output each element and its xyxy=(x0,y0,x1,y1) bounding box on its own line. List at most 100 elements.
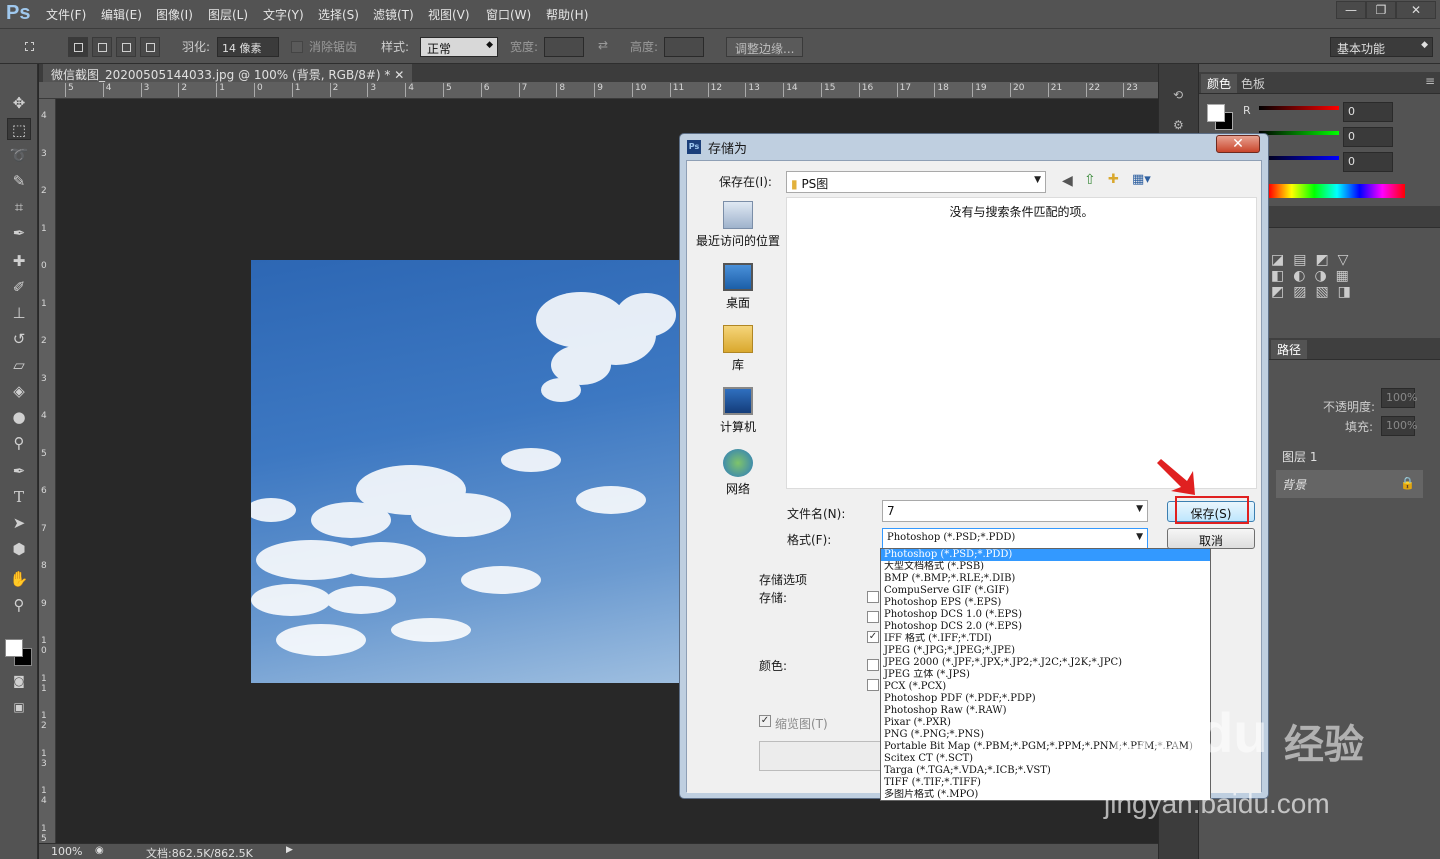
g-value[interactable]: 0 xyxy=(1343,127,1393,147)
add-selection-icon[interactable] xyxy=(92,37,112,57)
blur-tool-icon[interactable]: ● xyxy=(7,406,31,428)
adjustment-icons[interactable]: ◪▤◩▽ ◧◐◑▦ ◩▨▧◨ xyxy=(1271,252,1421,322)
menu-image[interactable]: 图像(I) xyxy=(156,6,193,23)
format-option[interactable]: PCX (*.PCX) xyxy=(881,681,1210,693)
format-option[interactable]: Photoshop EPS (*.EPS) xyxy=(881,597,1210,609)
r-slider[interactable] xyxy=(1259,106,1339,110)
height-input[interactable] xyxy=(664,37,704,57)
crop-tool-icon[interactable]: ⌗ xyxy=(7,196,31,218)
color-spectrum[interactable] xyxy=(1269,184,1405,198)
format-option[interactable]: Photoshop DCS 1.0 (*.EPS) xyxy=(881,609,1210,621)
zoom-level[interactable]: 100% xyxy=(51,845,82,858)
status-menu-arrow-icon[interactable]: ▶ xyxy=(286,845,293,855)
place-libraries[interactable]: 库 xyxy=(692,325,784,373)
thumbnail-checkbox[interactable]: ✓ xyxy=(759,715,771,727)
rect-marquee-tool-icon[interactable]: ⬚ xyxy=(7,118,31,140)
color-fg-swatch[interactable] xyxy=(1207,104,1225,122)
color-option-1-checkbox[interactable] xyxy=(867,659,879,671)
new-folder-icon[interactable]: ✚ xyxy=(1108,172,1119,187)
style-select[interactable]: 正常 ◆ xyxy=(420,37,498,57)
format-option[interactable]: Photoshop DCS 2.0 (*.EPS) xyxy=(881,621,1210,633)
format-option[interactable]: BMP (*.BMP;*.RLE;*.DIB) xyxy=(881,573,1210,585)
width-input[interactable] xyxy=(544,37,584,57)
place-network[interactable]: 网络 xyxy=(692,449,784,497)
eraser-tool-icon[interactable]: ▱ xyxy=(7,354,31,376)
screen-mode-icon[interactable]: ▣ xyxy=(7,696,31,718)
store-option-2-checkbox[interactable] xyxy=(867,611,879,623)
foreground-color-swatch[interactable] xyxy=(5,639,23,657)
feather-input[interactable]: 14 像素 xyxy=(217,37,279,57)
tab-swatches[interactable]: 色板 xyxy=(1235,74,1271,93)
pen-tool-icon[interactable]: ✒ xyxy=(7,460,31,482)
antialias-checkbox[interactable] xyxy=(291,41,303,53)
history-panel-icon[interactable]: ⟲ xyxy=(1173,88,1183,102)
zoom-tool-icon[interactable]: ⚲ xyxy=(7,594,31,616)
format-option[interactable]: IFF 格式 (*.IFF;*.TDI) xyxy=(881,633,1210,645)
restore-button[interactable]: ❐ xyxy=(1366,1,1396,19)
panel-menu-icon[interactable]: ≡ xyxy=(1425,74,1435,88)
menu-layer[interactable]: 图层(L) xyxy=(208,6,248,23)
tab-paths[interactable]: 路径 xyxy=(1271,340,1308,359)
r-value[interactable]: 0 xyxy=(1343,102,1393,122)
color-option-2-checkbox[interactable] xyxy=(867,679,879,691)
workspace-select[interactable]: 基本功能 ◆ xyxy=(1330,37,1433,57)
close-tab-icon[interactable]: ✕ xyxy=(394,68,404,82)
opacity-input[interactable]: 100% xyxy=(1381,388,1417,408)
fill-input[interactable]: 100% xyxy=(1381,416,1417,436)
dodge-tool-icon[interactable]: ⚲ xyxy=(7,432,31,454)
new-selection-icon[interactable] xyxy=(68,37,88,57)
intersect-selection-icon[interactable] xyxy=(140,37,160,57)
shape-tool-icon[interactable]: ⬢ xyxy=(7,538,31,560)
minimize-button[interactable]: — xyxy=(1336,1,1366,19)
quick-mask-icon[interactable]: ◙ xyxy=(7,670,31,692)
lasso-tool-icon[interactable]: ➰ xyxy=(7,144,31,166)
document-tab[interactable]: 微信截图_20200505144033.jpg @ 100% (背景, RGB/… xyxy=(43,64,413,82)
layer-1-row[interactable]: 图层 1 xyxy=(1276,442,1423,470)
format-option[interactable]: Photoshop (*.PSD;*.PDD) xyxy=(881,549,1210,561)
cancel-button[interactable]: 取消 xyxy=(1167,528,1255,549)
menu-help[interactable]: 帮助(H) xyxy=(546,6,588,23)
refine-edge-button[interactable]: 调整边缘... xyxy=(726,37,804,57)
b-value[interactable]: 0 xyxy=(1343,152,1393,172)
tab-color[interactable]: 颜色 xyxy=(1201,74,1238,93)
menu-type[interactable]: 文字(Y) xyxy=(263,6,304,23)
filename-input[interactable]: 7 ▼ xyxy=(882,500,1148,522)
swap-icon[interactable]: ⇄ xyxy=(598,38,608,52)
store-option-3-checkbox[interactable]: ✓ xyxy=(867,631,879,643)
view-menu-icon[interactable]: ▦▾ xyxy=(1132,172,1151,187)
place-computer[interactable]: 计算机 xyxy=(692,387,784,435)
menu-window[interactable]: 窗口(W) xyxy=(486,6,531,23)
background-layer-row[interactable]: 背景 🔒 xyxy=(1276,470,1423,498)
save-in-select[interactable]: ▮ PS图 ▼ xyxy=(786,171,1046,193)
format-option[interactable]: JPEG 2000 (*.JPF;*.JPX;*.JP2;*.J2C;*.J2K… xyxy=(881,657,1210,669)
menu-edit[interactable]: 编辑(E) xyxy=(101,6,142,23)
healing-brush-tool-icon[interactable]: ✚ xyxy=(7,250,31,272)
quick-select-tool-icon[interactable]: ✎ xyxy=(7,170,31,192)
g-slider[interactable] xyxy=(1259,131,1339,135)
status-info-icon[interactable]: ◉ xyxy=(95,845,104,856)
clone-stamp-tool-icon[interactable]: ⊥ xyxy=(7,302,31,324)
place-desktop[interactable]: 桌面 xyxy=(692,263,784,311)
format-option[interactable]: 大型文档格式 (*.PSB) xyxy=(881,561,1210,573)
properties-panel-icon[interactable]: ⚙ xyxy=(1173,118,1184,132)
format-option[interactable]: CompuServe GIF (*.GIF) xyxy=(881,585,1210,597)
back-icon[interactable]: ◀ xyxy=(1062,173,1073,189)
type-tool-icon[interactable]: T xyxy=(7,486,31,508)
b-slider[interactable] xyxy=(1259,156,1339,160)
history-brush-tool-icon[interactable]: ↺ xyxy=(7,328,31,350)
menu-filter[interactable]: 滤镜(T) xyxy=(373,6,414,23)
brush-tool-icon[interactable]: ✐ xyxy=(7,276,31,298)
path-select-tool-icon[interactable]: ➤ xyxy=(7,512,31,534)
close-window-button[interactable]: ✕ xyxy=(1396,1,1436,19)
format-select[interactable]: Photoshop (*.PSD;*.PDD) ▼ xyxy=(882,528,1148,550)
hand-tool-icon[interactable]: ✋ xyxy=(7,568,31,590)
marquee-tool-preset-icon[interactable] xyxy=(20,37,40,57)
dialog-close-button[interactable]: ✕ xyxy=(1216,135,1260,153)
paint-bucket-tool-icon[interactable]: ◈ xyxy=(7,380,31,402)
store-option-1-checkbox[interactable] xyxy=(867,591,879,603)
move-tool-icon[interactable]: ✥ xyxy=(7,92,31,114)
format-option[interactable]: JPEG 立体 (*.JPS) xyxy=(881,669,1210,681)
eyedropper-tool-icon[interactable]: ✒ xyxy=(7,222,31,244)
up-folder-icon[interactable]: ⇧ xyxy=(1084,172,1096,188)
place-recent[interactable]: 最近访问的位置 xyxy=(692,201,784,249)
